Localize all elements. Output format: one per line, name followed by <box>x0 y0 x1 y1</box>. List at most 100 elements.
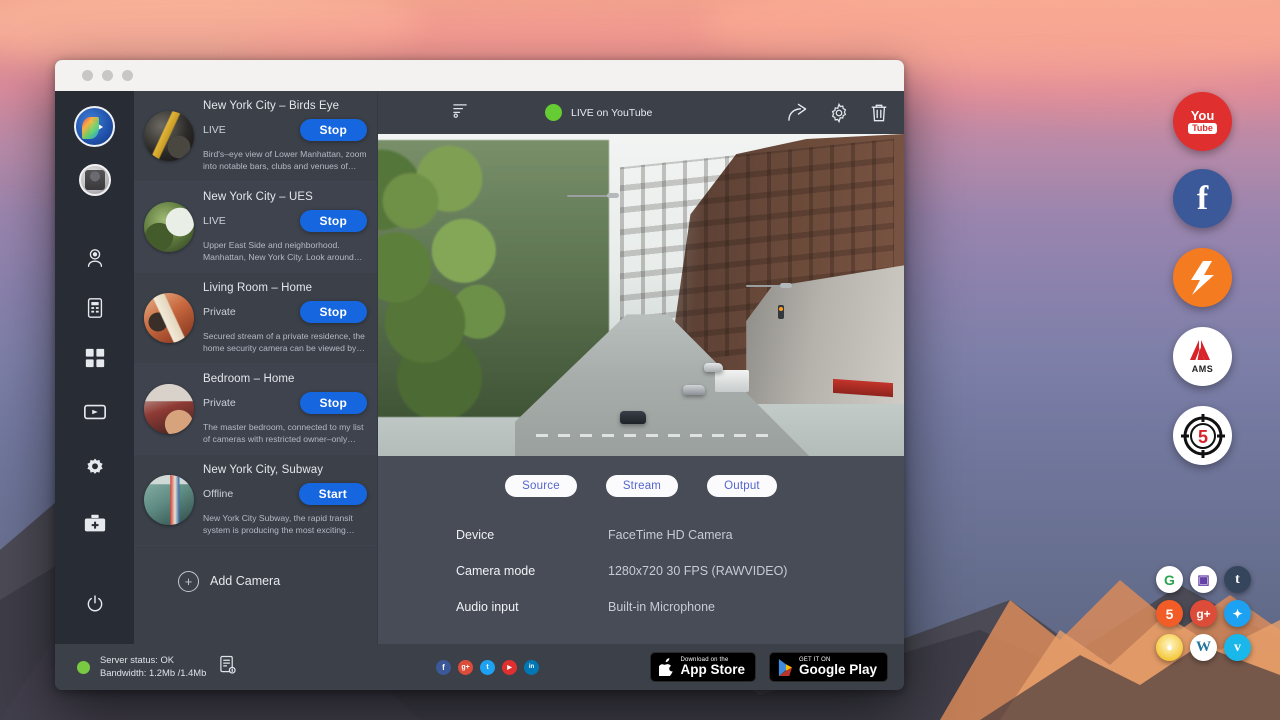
camera-status-row: LIVE Stop <box>203 119 367 141</box>
camera-list-item[interactable]: Living Room – Home Private Stop Secured … <box>134 273 377 364</box>
camera-list-item[interactable]: New York City – Birds Eye LIVE Stop Bird… <box>134 91 377 182</box>
camera-action-button[interactable]: Start <box>299 483 367 505</box>
camera-action-button[interactable]: Stop <box>300 301 367 323</box>
dock-mini-five[interactable]: 5 <box>1156 600 1183 627</box>
facebook-icon[interactable]: f <box>436 660 451 675</box>
dock-icon-facebook[interactable]: f <box>1173 169 1232 228</box>
detail-value[interactable]: FaceTime HD Camera <box>608 528 733 542</box>
youtube-icon[interactable]: ▶ <box>502 660 517 675</box>
camera-title: New York City – Birds Eye <box>203 100 367 112</box>
google-play-badge[interactable]: GET IT ON Google Play <box>769 652 888 683</box>
share-icon[interactable] <box>787 103 808 122</box>
source-details: Device FaceTime HD Camera Camera mode 12… <box>378 497 904 636</box>
camera-action-button[interactable]: Stop <box>300 210 367 232</box>
server-status-line: Server status: OK <box>100 654 206 667</box>
camera-action-button[interactable]: Stop <box>300 119 367 141</box>
dock-icon-red-five[interactable]: 5 <box>1173 406 1232 465</box>
camera-description: Secured stream of a private residence, t… <box>203 330 367 355</box>
server-status-dot <box>77 661 90 674</box>
live-status: LIVE on YouTube <box>545 104 652 121</box>
dock-mini-twitch[interactable]: ▣ <box>1190 566 1217 593</box>
camera-description: Upper East Side and neighborhood. Manhat… <box>203 239 367 264</box>
camera-status-row: LIVE Stop <box>203 210 367 232</box>
trash-icon[interactable] <box>870 103 888 123</box>
server-status-text: Server status: OK Bandwidth: 1.2Mb /1.4M… <box>100 654 206 680</box>
camera-thumbnail <box>144 475 194 525</box>
detail-tabs: Source Stream Output <box>378 475 904 497</box>
sort-filter-icon[interactable] <box>452 102 469 124</box>
user-avatar[interactable] <box>79 164 111 196</box>
video-preview[interactable] <box>378 134 904 456</box>
sidebar-item-add-camera[interactable] <box>75 502 115 546</box>
detail-label: Camera mode <box>456 564 608 578</box>
tab-source[interactable]: Source <box>505 475 577 497</box>
sidebar-item-webcam[interactable] <box>75 236 115 280</box>
svg-text:5: 5 <box>1197 427 1207 447</box>
lightning-bolt-icon <box>1183 258 1223 298</box>
log-document-icon[interactable] <box>219 655 236 679</box>
main-content: LIVE on YouTube <box>378 91 904 644</box>
apple-icon <box>659 658 674 676</box>
facebook-f-glyph: f <box>1197 182 1208 216</box>
app-store-badge[interactable]: Download on the App Store <box>650 652 756 683</box>
youtube-tube-text: Tube <box>1188 123 1217 134</box>
dock-mini-vimeo[interactable]: v <box>1224 634 1251 661</box>
window-maximize-button[interactable] <box>122 70 133 81</box>
add-camera-label: Add Camera <box>210 574 280 588</box>
camera-thumbnail <box>144 384 194 434</box>
dock-icon-youtube[interactable]: You Tube <box>1173 92 1232 151</box>
dock-mini-flame[interactable]: ● <box>1156 634 1183 661</box>
camera-list-item[interactable]: New York City – UES LIVE Stop Upper East… <box>134 182 377 273</box>
dock-mini-google-plus[interactable]: g+ <box>1190 600 1217 627</box>
camera-state: LIVE <box>203 215 226 227</box>
google-plus-icon[interactable]: g+ <box>458 660 473 675</box>
sidebar-item-settings[interactable] <box>75 446 115 490</box>
sidebar-item-device[interactable] <box>75 286 115 330</box>
camera-info: New York City – UES LIVE Stop Upper East… <box>203 191 367 264</box>
tab-output[interactable]: Output <box>707 475 777 497</box>
bandwidth-line: Bandwidth: 1.2Mb /1.4Mb <box>100 667 206 680</box>
detail-value[interactable]: Built-in Microphone <box>608 600 715 614</box>
gear-icon[interactable] <box>829 103 849 123</box>
camera-list[interactable]: New York City – Birds Eye LIVE Stop Bird… <box>134 91 377 644</box>
target-five-icon: 5 <box>1178 411 1228 461</box>
app-store-name: App Store <box>680 663 745 678</box>
camera-list-item[interactable]: New York City, Subway Offline Start New … <box>134 455 377 546</box>
app-store-badges: Download on the App Store GET IT ON Goog… <box>650 652 888 683</box>
sidebar-item-grid[interactable] <box>75 336 115 380</box>
camera-state: LIVE <box>203 124 226 136</box>
detail-value[interactable]: 1280x720 30 FPS (RAWVIDEO) <box>608 564 787 578</box>
window-close-button[interactable] <box>82 70 93 81</box>
linkedin-icon[interactable]: in <box>524 660 539 675</box>
dock-mini-tumblr[interactable]: t <box>1224 566 1251 593</box>
app-logo-icon[interactable] <box>74 106 115 147</box>
app-window: New York City – Birds Eye LIVE Stop Bird… <box>55 60 904 690</box>
camera-action-button[interactable]: Stop <box>300 392 367 414</box>
add-camera-button[interactable]: + Add Camera <box>134 546 377 592</box>
dock-icon-orange-bolt[interactable] <box>1173 248 1232 307</box>
window-titlebar <box>55 60 904 91</box>
dock-mini-twitter[interactable]: ✦ <box>1224 600 1251 627</box>
twitter-icon[interactable]: t <box>480 660 495 675</box>
sidebar-item-monitor[interactable] <box>75 390 115 434</box>
camera-list-item[interactable]: Bedroom – Home Private Stop The master b… <box>134 364 377 455</box>
detail-row: Camera mode 1280x720 30 FPS (RAWVIDEO) <box>456 564 904 578</box>
camera-thumbnail <box>144 202 194 252</box>
main-toolbar: LIVE on YouTube <box>378 91 904 134</box>
ams-label: AMS <box>1190 364 1216 374</box>
video-traffic-light <box>778 305 784 319</box>
window-minimize-button[interactable] <box>102 70 113 81</box>
adobe-triangle-icon <box>1190 340 1216 360</box>
left-icon-rail <box>55 91 134 644</box>
play-triangle-icon <box>778 659 793 676</box>
dock-mini-wordpress[interactable]: W <box>1190 634 1217 661</box>
dock-icon-wowza[interactable]: AMS <box>1173 327 1232 386</box>
video-car <box>683 385 705 395</box>
power-button[interactable] <box>75 582 115 626</box>
dock-mini-google[interactable]: G <box>1156 566 1183 593</box>
video-car <box>620 411 646 424</box>
status-bar: Server status: OK Bandwidth: 1.2Mb /1.4M… <box>55 644 904 690</box>
tab-stream[interactable]: Stream <box>606 475 678 497</box>
social-links: f g+ t ▶ in <box>436 660 539 675</box>
avatar-photo <box>85 170 105 190</box>
